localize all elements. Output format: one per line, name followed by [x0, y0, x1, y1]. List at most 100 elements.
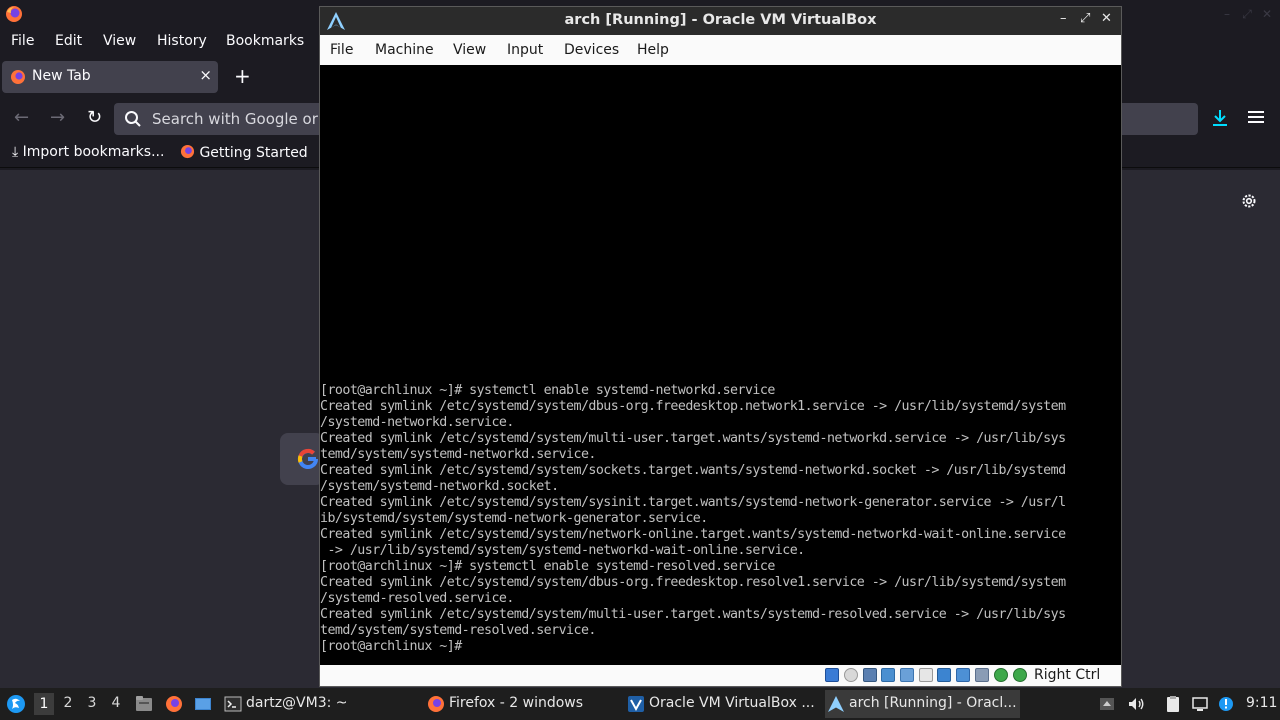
display-icon[interactable]: [937, 668, 951, 682]
clock: 9:11: [1246, 695, 1278, 711]
terminal-line: Created symlink /etc/systemd/system/sysi…: [320, 495, 1066, 510]
firefox-launcher-icon[interactable]: [165, 695, 183, 713]
workspace-1[interactable]: 1: [34, 693, 54, 715]
forward-icon[interactable]: →: [50, 108, 65, 128]
file-manager-icon[interactable]: [135, 695, 153, 713]
google-shortcut-tile[interactable]: [280, 433, 324, 485]
terminal-line: [root@archlinux ~]# systemctl enable sys…: [320, 383, 775, 398]
vbox-menu-view[interactable]: View: [453, 42, 486, 58]
minimize-icon[interactable]: –: [1060, 11, 1067, 26]
workspace-4[interactable]: 4: [106, 695, 126, 711]
back-icon[interactable]: ←: [14, 108, 29, 128]
task-virtualbox-manager[interactable]: Oracle VM VirtualBox ...: [625, 690, 820, 718]
terminal-line: /systemd-resolved.service.: [320, 591, 514, 606]
terminal-line: temd/system/systemd-networkd.service.: [320, 447, 596, 462]
reload-icon[interactable]: ↻: [87, 108, 102, 128]
audio-icon[interactable]: [863, 668, 877, 682]
bookmark-getting-started[interactable]: Getting Started: [180, 144, 308, 161]
vbox-menu-help[interactable]: Help: [637, 42, 669, 58]
terminal-line: Created symlink /etc/systemd/system/netw…: [320, 527, 1066, 542]
taskbar: 1 2 3 4 dartz@VM3: ~ Firefox - 2 windows…: [0, 688, 1280, 720]
harddisk-icon[interactable]: [825, 668, 839, 682]
menu-edit[interactable]: Edit: [55, 33, 82, 49]
download-icon[interactable]: [1209, 107, 1231, 129]
google-icon: [297, 448, 318, 469]
tab-new-tab[interactable]: New Tab ×: [2, 61, 218, 93]
task-arch-vm-label: arch [Running] - Oracl...: [849, 695, 1017, 711]
bookmark-import[interactable]: ⤓ Import bookmarks...: [12, 144, 164, 160]
terminal-line: Created symlink /etc/systemd/system/sock…: [320, 463, 1066, 478]
terminal-line: Created symlink /etc/systemd/system/mult…: [320, 431, 1066, 446]
workspace-3[interactable]: 3: [82, 695, 102, 711]
task-firefox-label: Firefox - 2 windows: [449, 695, 584, 711]
terminal-icon: [224, 696, 242, 712]
task-arch-vm[interactable]: arch [Running] - Oracl...: [825, 690, 1020, 718]
start-menu-icon[interactable]: [6, 694, 26, 714]
firefox-maximize-icon[interactable]: ⤢: [1240, 7, 1254, 21]
firefox-tab-icon: [11, 70, 25, 84]
vbox-statusbar: Right Ctrl: [320, 665, 1121, 686]
network-icon[interactable]: [881, 668, 895, 682]
terminal-line: ib/systemd/system/systemd-network-genera…: [320, 511, 708, 526]
usb-icon[interactable]: [900, 668, 914, 682]
task-terminal-label: dartz@VM3: ~: [246, 695, 348, 711]
search-icon: [125, 111, 141, 127]
network-tray-icon[interactable]: [1191, 695, 1209, 713]
terminal-line: [root@archlinux ~]# systemctl enable sys…: [320, 559, 775, 574]
firefox-bookmark-icon: [180, 144, 195, 159]
optical-drive-icon[interactable]: [844, 668, 858, 682]
vbox-menubar: File Machine View Input Devices Help: [320, 35, 1121, 65]
hamburger-menu-icon[interactable]: [1247, 109, 1265, 125]
updates-icon[interactable]: [1217, 695, 1235, 713]
close-icon[interactable]: ✕: [1101, 11, 1112, 26]
workspace-2[interactable]: 2: [58, 695, 78, 711]
tab-title: New Tab: [32, 68, 91, 84]
url-input[interactable]: Search with Google or e: [152, 110, 332, 128]
vm-display[interactable]: [root@archlinux ~]# systemctl enable sys…: [320, 65, 1121, 665]
vbox-menu-devices[interactable]: Devices: [564, 42, 619, 58]
terminal-line: Created symlink /etc/systemd/system/mult…: [320, 607, 1066, 622]
task-terminal[interactable]: dartz@VM3: ~: [222, 690, 412, 718]
volume-icon[interactable]: [1127, 695, 1145, 713]
terminal-line: temd/system/systemd-resolved.service.: [320, 623, 596, 638]
vbox-menu-machine[interactable]: Machine: [375, 42, 434, 58]
terminal-line: Created symlink /etc/systemd/system/dbus…: [320, 575, 1066, 590]
arch-vm-icon: [828, 696, 844, 712]
vbox-menu-file[interactable]: File: [330, 42, 353, 58]
menu-history[interactable]: History: [157, 33, 207, 49]
clipboard-icon[interactable]: [1164, 695, 1182, 713]
terminal-line: /systemd-networkd.service.: [320, 415, 514, 430]
firefox-logo-icon: [6, 6, 22, 22]
bookmark-getting-started-label: Getting Started: [199, 145, 308, 161]
recording-icon[interactable]: [956, 668, 970, 682]
firefox-minimize-icon[interactable]: –: [1220, 7, 1234, 21]
vbox-menu-input[interactable]: Input: [507, 42, 543, 58]
maximize-icon[interactable]: ⤢: [1080, 11, 1090, 26]
terminal-line: Created symlink /etc/systemd/system/dbus…: [320, 399, 1066, 414]
desktop-icon[interactable]: [194, 695, 212, 713]
vbox-titlebar[interactable]: arch [Running] - Oracle VM VirtualBox – …: [320, 7, 1121, 35]
gear-icon[interactable]: [1240, 192, 1258, 210]
new-tab-button[interactable]: +: [234, 64, 251, 88]
mouse-integration-icon[interactable]: [994, 668, 1008, 682]
vbox-title: arch [Running] - Oracle VM VirtualBox: [564, 12, 877, 28]
menu-view[interactable]: View: [103, 33, 136, 49]
task-firefox[interactable]: Firefox - 2 windows: [425, 690, 620, 718]
shared-folders-icon[interactable]: [919, 668, 933, 682]
virtualbox-icon: [628, 696, 644, 712]
task-virtualbox-manager-label: Oracle VM VirtualBox ...: [649, 695, 815, 711]
firefox-icon: [428, 696, 444, 712]
firefox-close-icon[interactable]: ✕: [1260, 7, 1274, 21]
menu-bookmarks[interactable]: Bookmarks: [226, 33, 304, 49]
terminal-output: [root@archlinux ~]# systemctl enable sys…: [320, 383, 1121, 655]
menu-file[interactable]: File: [11, 33, 34, 49]
tray-expand-icon[interactable]: [1098, 695, 1116, 713]
keyboard-capture-icon[interactable]: [1013, 668, 1027, 682]
terminal-line: -> /usr/lib/systemd/system/systemd-netwo…: [320, 543, 805, 558]
vt-x-icon[interactable]: [975, 668, 989, 682]
terminal-line: /system/systemd-networkd.socket.: [320, 479, 559, 494]
tab-close-icon[interactable]: ×: [199, 66, 212, 84]
terminal-line: [root@archlinux ~]#: [320, 639, 462, 654]
virtualbox-vm-window: arch [Running] - Oracle VM VirtualBox – …: [319, 6, 1122, 687]
host-key-label: Right Ctrl: [1034, 667, 1101, 683]
